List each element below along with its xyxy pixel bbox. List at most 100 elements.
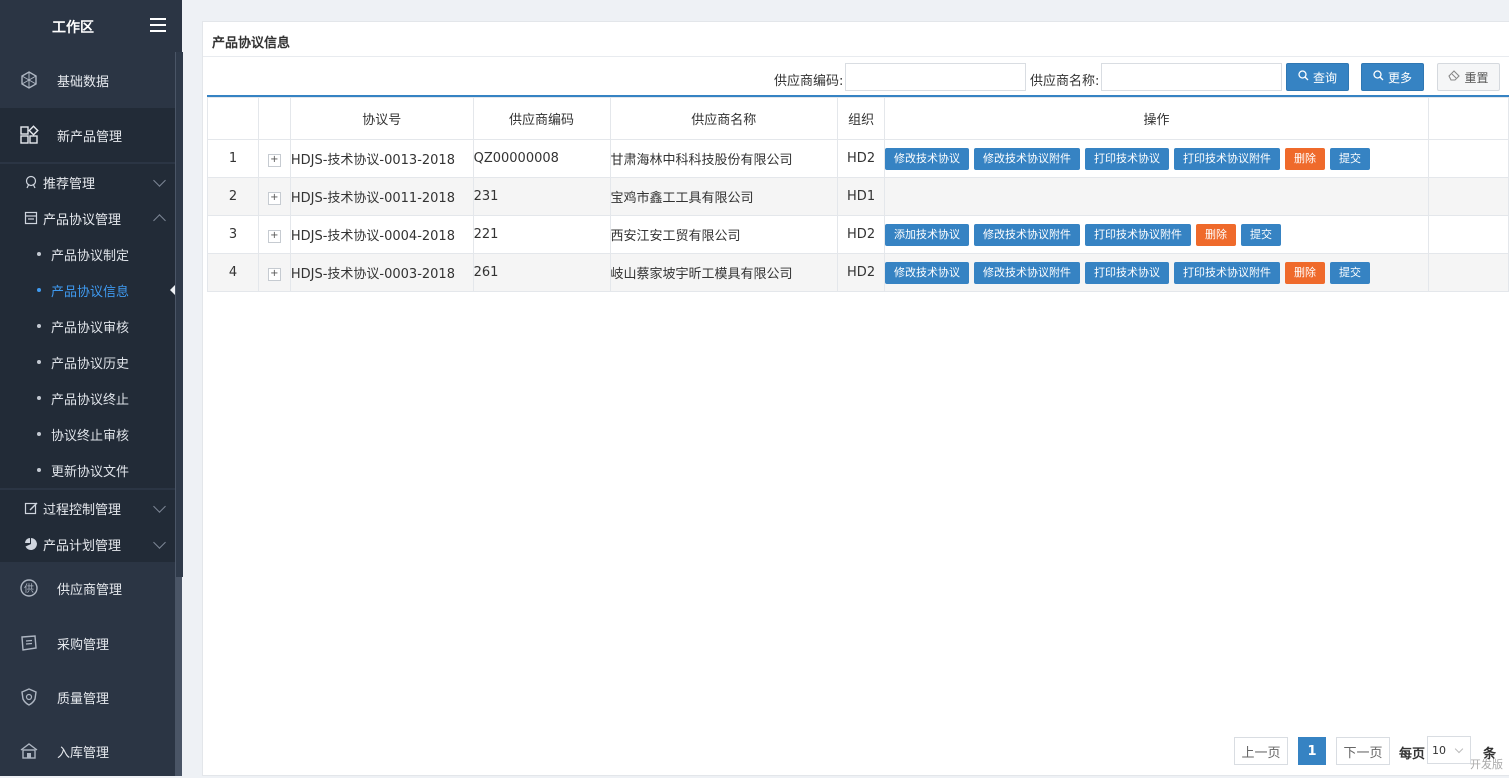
bullet-icon [37,324,41,328]
cell-agreement-no: HDJS-技术协议-0011-2018 [289,177,474,216]
sidebar-item-update-files[interactable]: 更新协议文件 [0,452,175,488]
expand-plus-icon[interactable]: + [267,191,281,205]
sidebar-item-label: 产品协议制定 [51,248,130,264]
reset-button-label: 重置 [1464,70,1489,85]
divider [203,56,1509,57]
recommend-icon [24,175,38,189]
action-button[interactable]: 打印技术协议附件 [1174,147,1281,170]
submit-button[interactable]: 提交 [1330,147,1371,170]
sidebar-item-termination-review[interactable]: 协议终止审核 [0,416,175,452]
delete-button[interactable]: 删除 [1285,261,1326,284]
cell-filler [1428,215,1509,254]
group-product-agreement[interactable]: 产品协议管理 [0,200,175,236]
submit-button[interactable]: 提交 [1330,261,1371,284]
chevron-down-icon [153,500,166,513]
module-warehouse[interactable]: 入库管理 [0,724,175,778]
page-number-button[interactable]: 1 [1298,737,1326,765]
table-header-row: 协议号 供应商编码 供应商名称 组织 操作 [207,97,1509,140]
column-header-org[interactable]: 组织 [837,97,886,140]
sidebar-item-agreement-info[interactable]: 产品协议信息 [0,272,175,308]
module-basic-data[interactable]: 基础数据 [0,53,175,107]
expand-plus-icon[interactable]: + [267,267,281,281]
query-button-label: 查询 [1312,70,1337,85]
action-button[interactable]: 修改技术协议 [885,147,970,170]
main-panel: 产品协议信息 供应商编码: 供应商名称: 查询 更多 重置 协议号 供应商编码 … [202,21,1509,776]
action-button[interactable]: 添加技术协议 [885,223,970,246]
group-label: 产品计划管理 [43,538,122,554]
expand-plus-icon[interactable]: + [267,153,281,167]
action-button[interactable]: 打印技术协议 [1085,261,1170,284]
chevron-up-icon [153,214,166,227]
action-button[interactable]: 修改技术协议附件 [974,261,1081,284]
grid-apps-icon [19,125,39,145]
sidebar-item-label: 产品协议终止 [51,392,130,408]
sidebar-item-agreement-terminate[interactable]: 产品协议终止 [0,380,175,416]
module-label: 供应商管理 [57,582,123,598]
group-product-plan[interactable]: 产品计划管理 [0,526,175,562]
prev-page-button[interactable]: 上一页 [1234,737,1288,765]
delete-button[interactable]: 删除 [1196,223,1237,246]
column-header-agreement[interactable]: 协议号 [289,97,474,140]
module-purchase[interactable]: 采购管理 [0,616,175,670]
sidebar-item-agreement-create[interactable]: 产品协议制定 [0,236,175,272]
scrollbar-thumb[interactable] [175,52,183,577]
sidebar-item-agreement-history[interactable]: 产品协议历史 [0,344,175,380]
svg-text:供: 供 [24,582,34,595]
module-supplier[interactable]: 供 供应商管理 [0,561,175,615]
more-button[interactable]: 更多 [1361,63,1424,91]
expand-plus-icon[interactable]: + [267,229,281,243]
reset-button[interactable]: 重置 [1437,63,1500,91]
action-button[interactable]: 打印技术协议附件 [1174,261,1281,284]
action-button[interactable]: 打印技术协议 [1085,147,1170,170]
cell-org: HD2 [837,253,886,292]
sidebar-item-agreement-review[interactable]: 产品协议审核 [0,308,175,344]
cell-filler [1428,253,1509,292]
submit-button[interactable]: 提交 [1241,223,1282,246]
cell-filler [1428,177,1509,216]
table-row[interactable]: 4 + HDJS-技术协议-0003-2018 261 岐山蔡家坡宇昕工模具有限公司 HD… [207,253,1509,292]
search-icon [1373,70,1384,84]
cell-supplier-name: 岐山蔡家坡宇昕工模具有限公司 [609,253,839,292]
pie-chart-icon [24,537,38,551]
table-row[interactable]: 3 + HDJS-技术协议-0004-2018 221 西安江安工贸有限公司 HD2 添加技… [207,215,1509,254]
action-button[interactable]: 修改技术协议附件 [974,223,1081,246]
cell-supplier-code: 261 [472,253,611,292]
eraser-icon [1448,70,1461,84]
group-recommend[interactable]: 推荐管理 [0,164,175,200]
column-header-supplier-name[interactable]: 供应商名称 [609,97,839,140]
next-page-button[interactable]: 下一页 [1336,737,1390,765]
action-button[interactable]: 修改技术协议附件 [974,147,1081,170]
table-row[interactable]: 2 + HDJS-技术协议-0011-2018 231 宝鸡市鑫工工具有限公司 HD1 [207,177,1509,216]
per-page-select[interactable]: 10 [1427,736,1471,764]
module-new-product[interactable]: 新产品管理 [0,108,175,162]
ticket-icon [19,633,39,653]
group-process-control[interactable]: 过程控制管理 [0,490,175,526]
cell-org: HD2 [837,215,886,254]
cell-supplier-name: 甘肃海林中科科技股份有限公司 [609,139,839,178]
query-button[interactable]: 查询 [1286,63,1349,91]
row-expand-cell: + [257,139,291,178]
cell-supplier-code: 221 [472,215,611,254]
delete-button[interactable]: 删除 [1285,147,1326,170]
bullet-icon [37,252,41,256]
sidebar-item-label: 更新协议文件 [51,464,130,480]
cell-actions: 修改技术协议 修改技术协议附件 打印技术协议 打印技术协议附件 删除 提交 [884,139,1430,178]
module-quality[interactable]: 质量管理 [0,670,175,724]
supplier-name-input[interactable] [1101,63,1282,91]
more-button-label: 更多 [1387,70,1412,85]
supplier-code-input[interactable] [845,63,1026,91]
action-button[interactable]: 打印技术协议附件 [1085,223,1192,246]
group-label: 过程控制管理 [43,502,122,518]
cell-actions: 修改技术协议 修改技术协议附件 打印技术协议 打印技术协议附件 删除 提交 [884,253,1430,292]
row-index: 4 [207,253,259,292]
cell-supplier-code: QZ00000008 [472,139,611,178]
row-index: 3 [207,215,259,254]
cell-supplier-name: 宝鸡市鑫工工具有限公司 [609,177,839,216]
action-button[interactable]: 修改技术协议 [885,261,970,284]
row-index: 1 [207,139,259,178]
sidebar-scrollbar[interactable] [175,52,183,776]
column-header-supplier-code[interactable]: 供应商编码 [472,97,611,140]
hamburger-icon[interactable] [150,18,166,32]
table-row[interactable]: 1 + HDJS-技术协议-0013-2018 QZ00000008 甘肃海林中科科技股… [207,139,1509,178]
warehouse-icon [19,741,39,761]
